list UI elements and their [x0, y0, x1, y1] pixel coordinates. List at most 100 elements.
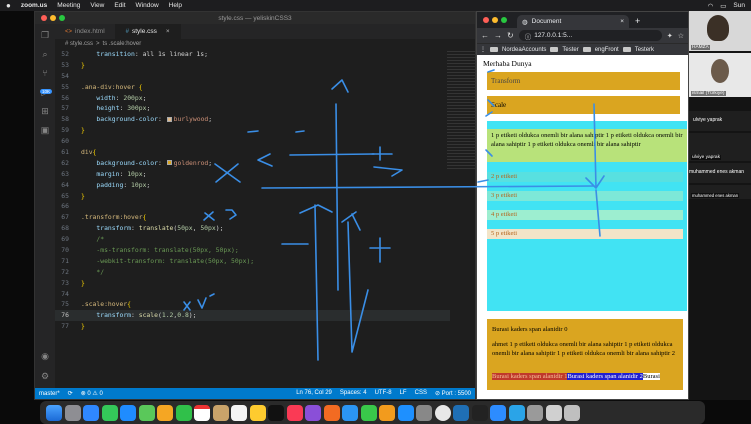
close-window-button[interactable] [41, 15, 47, 21]
reminders-icon[interactable] [231, 404, 247, 421]
maximize-window-button[interactable] [501, 17, 507, 23]
source-control-icon[interactable]: ⑂ [40, 68, 50, 78]
scale-div[interactable]: Scale [487, 96, 680, 114]
telegram-icon[interactable] [508, 404, 525, 421]
podcasts-icon[interactable] [305, 404, 321, 421]
new-tab-button[interactable]: + [635, 16, 640, 26]
line-ending[interactable]: LF [400, 390, 407, 397]
bookmark-nordea[interactable]: NordeaAccounts [502, 47, 546, 53]
language-mode[interactable]: CSS [415, 390, 427, 397]
git-branch[interactable]: master* [39, 391, 60, 397]
participant-tile[interactable]: HAMZA [689, 11, 751, 51]
apple-menu-icon[interactable]: ● [6, 1, 11, 10]
tab-index-html[interactable]: <> index.html [55, 24, 116, 39]
code-line[interactable]: 67 .transform:hover{ [55, 212, 450, 223]
code-line[interactable]: 76 transform: scale(1.2,0.8); [55, 310, 450, 322]
problems-count[interactable]: ⊗ 0 ⚠ 0 [81, 390, 103, 397]
bookmark-star-icon[interactable]: ☆ [678, 32, 684, 40]
color-swatch[interactable] [166, 160, 172, 166]
extensions-puzzle-icon[interactable]: ✦ [667, 32, 673, 40]
extensions-icon[interactable]: ⊞ [40, 106, 50, 116]
account-icon[interactable]: ◉ [40, 351, 50, 361]
menu-edit[interactable]: Edit [114, 2, 125, 9]
code-line[interactable]: 66 [55, 201, 450, 212]
code-line[interactable]: 52 transition: all 1s linear 1s; [55, 49, 450, 60]
maximize-window-button[interactable] [59, 15, 65, 21]
sync-icon[interactable]: ⟳ [68, 390, 73, 397]
mail-icon[interactable] [120, 404, 136, 421]
code-line[interactable]: 59} [55, 125, 450, 136]
info-icon[interactable]: ⓘ [525, 31, 532, 41]
address-bar[interactable]: ⓘ 127.0.0.1:5... [518, 30, 662, 41]
minimize-window-button[interactable] [492, 17, 498, 23]
system-preferences-icon[interactable] [416, 404, 432, 421]
clock[interactable]: Sun [733, 2, 745, 9]
back-arrow-icon[interactable]: ← [481, 31, 489, 40]
participant-tile[interactable]: ulviye yaprak [689, 111, 751, 131]
books-icon[interactable] [323, 404, 340, 421]
code-line[interactable]: 62 background-color: goldenrod; [55, 158, 450, 169]
code-line[interactable]: 61 div{ [55, 147, 450, 158]
tab-style-css[interactable]: # style.css × [115, 24, 181, 39]
apps-grid-icon[interactable]: ⋮ [480, 46, 486, 53]
music-icon[interactable] [286, 404, 303, 421]
code-line[interactable]: 53} [55, 60, 450, 71]
indentation[interactable]: Spaces: 4 [340, 390, 367, 397]
code-line[interactable]: 63 margin: 10px; [55, 169, 450, 180]
minimap[interactable] [447, 49, 475, 169]
messages-icon[interactable] [101, 404, 118, 421]
numbers-icon[interactable] [360, 404, 377, 421]
close-tab-icon[interactable]: × [166, 28, 170, 35]
battery-icon[interactable]: ▭ [720, 2, 726, 10]
participant-tile[interactable]: ismail (Türkiye) [689, 53, 751, 97]
color-swatch[interactable] [166, 116, 172, 122]
breadcrumb-file[interactable]: # style.css [65, 41, 93, 47]
menu-view[interactable]: View [90, 2, 104, 9]
calendar-icon[interactable] [194, 404, 210, 421]
photos-icon[interactable] [157, 404, 173, 421]
preview-icon[interactable] [527, 404, 543, 421]
menu-meeting[interactable]: Meeting [57, 2, 80, 9]
chrome-icon[interactable] [434, 404, 451, 421]
encoding[interactable]: UTF-8 [375, 390, 392, 397]
code-line[interactable]: 64 padding: 10px; [55, 180, 450, 191]
code-line[interactable]: 70 -ms-transform: translate(50px, 50px); [55, 245, 450, 256]
participant-tile[interactable]: ulviye yaprak [689, 133, 751, 161]
zoom-icon[interactable] [490, 404, 506, 421]
cursor-position[interactable]: Ln 76, Col 29 [296, 390, 332, 397]
pages-icon[interactable] [379, 404, 395, 421]
bookmark-tester[interactable]: Tester [562, 47, 578, 53]
code-line[interactable]: 54 [55, 71, 450, 82]
downloads-stack-icon[interactable] [545, 404, 562, 421]
participant-tile[interactable]: muhammed enes akman [689, 163, 751, 183]
code-line[interactable]: 68 transform: translate(50px, 50px); [55, 223, 450, 234]
code-line[interactable]: 77} [55, 321, 450, 332]
close-tab-icon[interactable]: × [620, 18, 624, 25]
appstore-icon[interactable] [397, 404, 414, 421]
appletv-icon[interactable] [268, 404, 284, 421]
menu-help[interactable]: Help [169, 2, 182, 9]
code-editor[interactable]: 52 transition: all 1s linear 1s; 53} 54 55.… [55, 49, 450, 389]
transform-div[interactable]: Transform [487, 72, 680, 90]
terminal-icon[interactable] [471, 404, 488, 421]
explorer-icon[interactable]: ❐ [40, 30, 50, 40]
code-line[interactable]: 72 */ [55, 267, 450, 278]
ana-div[interactable]: 1 p etiketi oldukca onemli bir alana sah… [487, 121, 687, 311]
contacts-icon[interactable] [212, 404, 229, 421]
menu-app-name[interactable]: zoom.us [21, 2, 47, 9]
code-line[interactable]: 56 width: 200px; [55, 93, 450, 104]
notes-icon[interactable] [249, 404, 266, 421]
code-line[interactable]: 65} [55, 191, 450, 202]
remote-explorer-icon[interactable]: ▣ [40, 125, 50, 135]
trash-icon[interactable] [564, 404, 580, 421]
menu-window[interactable]: Window [136, 2, 159, 9]
reload-icon[interactable]: ↻ [507, 31, 514, 40]
settings-gear-icon[interactable]: ⚙ [40, 371, 50, 381]
live-server-port[interactable]: ⊘ Port : 5500 [435, 390, 471, 397]
code-line[interactable]: 73} [55, 278, 450, 289]
code-line[interactable]: 74 [55, 289, 450, 300]
keynote-icon[interactable] [342, 404, 358, 421]
participant-tile[interactable]: muhammed enes akman [689, 185, 751, 199]
code-line[interactable]: 69 /* [55, 234, 450, 245]
code-line[interactable]: 71 -webkit-transform: translate(50px, 50… [55, 256, 450, 267]
